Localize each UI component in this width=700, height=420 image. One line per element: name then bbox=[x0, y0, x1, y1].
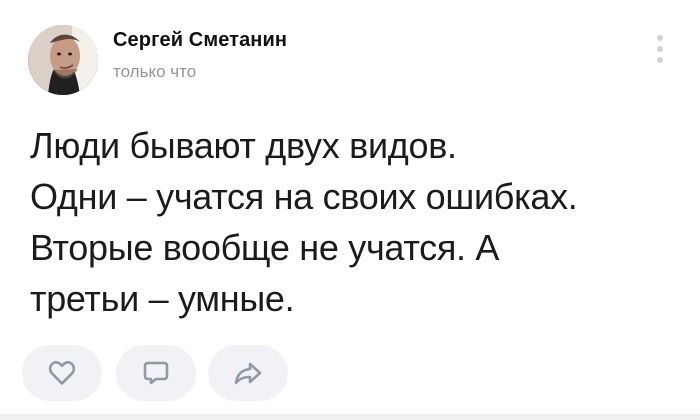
share-icon bbox=[234, 362, 262, 385]
post-text-line: третьи – умные. bbox=[30, 278, 295, 319]
post-text-line: Люди бывают двух видов. bbox=[30, 125, 457, 166]
avatar-image bbox=[28, 25, 98, 95]
post-text-line: Вторые вообще не учатся. А bbox=[30, 227, 500, 268]
heart-icon bbox=[48, 361, 76, 385]
post-text-line: Одни – учатся на своих ошибках. bbox=[30, 176, 578, 217]
more-dot-icon bbox=[657, 35, 663, 41]
avatar[interactable] bbox=[28, 25, 98, 95]
share-button[interactable] bbox=[208, 345, 288, 401]
bottom-divider bbox=[0, 414, 700, 420]
more-options-button[interactable] bbox=[649, 31, 671, 67]
comment-icon bbox=[143, 361, 169, 385]
more-dot-icon bbox=[657, 57, 663, 63]
author-name[interactable]: Сергей Сметанин bbox=[113, 29, 287, 52]
like-button[interactable] bbox=[22, 345, 102, 401]
social-post: Сергей Сметанин только что Люди бывают д… bbox=[0, 0, 700, 420]
post-text: Люди бывают двух видов. Одни – учатся на… bbox=[30, 120, 680, 324]
more-dot-icon bbox=[657, 46, 663, 52]
comment-button[interactable] bbox=[116, 345, 196, 401]
post-timestamp: только что bbox=[113, 62, 197, 81]
